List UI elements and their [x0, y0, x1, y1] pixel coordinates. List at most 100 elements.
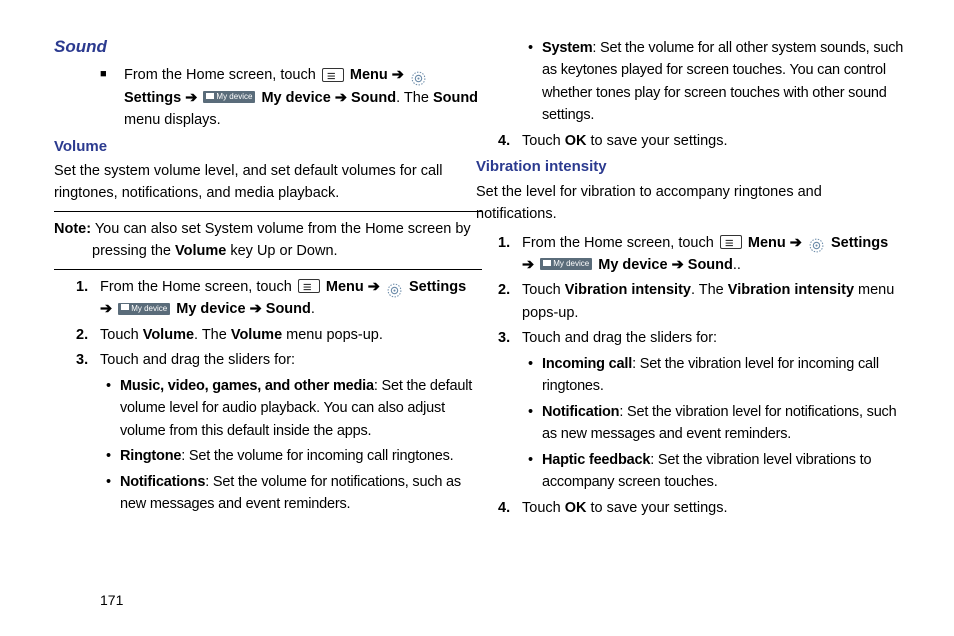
- mydevice-icon: My device: [203, 91, 255, 103]
- menu-icon: [298, 279, 320, 293]
- vib-step-1: 1. From the Home screen, touch Menu ➔ Se…: [522, 232, 904, 277]
- text: Touch: [522, 133, 565, 149]
- settings-label: Settings: [409, 279, 466, 295]
- bullet-notification: • Notification: Set the vibration level …: [528, 401, 904, 446]
- bullet-notifications: • Notifications: Set the volume for noti…: [106, 471, 482, 516]
- bullet-title: Ringtone: [120, 448, 181, 464]
- bullet-mark: •: [106, 445, 120, 467]
- note-block: Note: You can also set System volume fro…: [54, 211, 482, 270]
- mydevice-icon: My device: [540, 258, 592, 270]
- bullet-mark: •: [528, 401, 542, 446]
- arrow-icon: ➔: [185, 90, 197, 106]
- page-number: 171: [100, 590, 123, 612]
- step-3: 3. Touch and drag the sliders for:: [100, 349, 482, 371]
- bullet-text: : Set the volume for all other system so…: [542, 40, 903, 123]
- bullet-title: Music, video, games, and other media: [120, 378, 374, 394]
- bullet-mark: •: [528, 37, 542, 127]
- vib-step-3: 3. Touch and drag the sliders for:: [522, 327, 904, 349]
- menu-label: Menu: [326, 279, 364, 295]
- text: . The: [691, 282, 728, 298]
- bullet-text: : Set the volume for incoming call ringt…: [181, 448, 453, 464]
- volume-key-label: Volume: [175, 243, 226, 259]
- text: menu displays.: [124, 112, 221, 128]
- vib-step-2: 2. Touch Vibration intensity. The Vibrat…: [522, 279, 904, 324]
- text: Touch: [522, 500, 565, 516]
- vibration-description: Set the level for vibration to accompany…: [476, 181, 904, 226]
- menu-icon: [322, 68, 344, 82]
- text: Touch and drag the sliders for:: [100, 349, 482, 371]
- step-number: 4.: [498, 497, 522, 519]
- ok-label: OK: [565, 133, 587, 149]
- volume-label: Volume: [143, 327, 194, 343]
- volume-label: Volume: [231, 327, 282, 343]
- mydevice-label: My device: [261, 90, 330, 106]
- sound-label-2: Sound: [433, 90, 478, 106]
- settings-icon: [808, 237, 825, 254]
- settings-icon: [386, 282, 403, 299]
- left-column: Sound ■ From the Home screen, touch Menu…: [100, 34, 482, 522]
- step-number: 1.: [76, 276, 100, 321]
- mydevice-label: My device: [176, 301, 245, 317]
- menu-icon: [720, 235, 742, 249]
- bullet-mark: •: [106, 471, 120, 516]
- bullet-ringtone: • Ringtone: Set the volume for incoming …: [106, 445, 482, 467]
- arrow-icon: ➔: [368, 279, 380, 295]
- vibration-label: Vibration intensity: [565, 282, 691, 298]
- sound-label: Sound: [351, 90, 396, 106]
- step-number: 4.: [498, 130, 522, 152]
- bullet-haptic: • Haptic feedback: Set the vibration lev…: [528, 449, 904, 494]
- arrow-icon: ➔: [250, 301, 262, 317]
- bullet-mark: •: [528, 353, 542, 398]
- bullet-title: Haptic feedback: [542, 452, 650, 468]
- heading-vibration: Vibration intensity: [476, 155, 904, 178]
- text: From the Home screen, touch: [100, 279, 296, 295]
- mydevice-icon: My device: [118, 303, 170, 315]
- settings-label: Settings: [124, 90, 181, 106]
- right-column: • System: Set the volume for all other s…: [522, 34, 904, 522]
- settings-icon: [410, 70, 427, 87]
- vibration-label: Vibration intensity: [728, 282, 854, 298]
- step-number: 2.: [498, 279, 522, 324]
- arrow-icon: ➔: [392, 67, 404, 83]
- text: . The: [194, 327, 231, 343]
- text: . The: [396, 90, 433, 106]
- sound-label: Sound: [688, 257, 733, 273]
- note-text: key Up or Down.: [226, 243, 337, 259]
- sound-label: Sound: [266, 301, 311, 317]
- text: to save your settings.: [586, 500, 727, 516]
- volume-description: Set the system volume level, and set def…: [54, 160, 482, 205]
- note-label: Note:: [54, 221, 91, 237]
- step-number: 3.: [498, 327, 522, 349]
- text: to save your settings.: [586, 133, 727, 149]
- bullet-incoming-call: • Incoming call: Set the vibration level…: [528, 353, 904, 398]
- bullet-system: • System: Set the volume for all other s…: [528, 37, 904, 127]
- bullet-title: Notification: [542, 404, 619, 420]
- bullet-mark: •: [528, 449, 542, 494]
- text: Touch: [100, 327, 143, 343]
- bullet-title: Notifications: [120, 474, 205, 490]
- bullet-title: System: [542, 40, 592, 56]
- bullet-title: Incoming call: [542, 356, 632, 372]
- mydevice-label: My device: [598, 257, 667, 273]
- heading-sound: Sound: [54, 34, 482, 60]
- text: .: [311, 301, 315, 317]
- arrow-icon: ➔: [672, 257, 684, 273]
- text: From the Home screen, touch: [124, 67, 320, 83]
- bullet-media: • Music, video, games, and other media: …: [106, 375, 482, 442]
- bullet-mark: •: [106, 375, 120, 442]
- menu-label: Menu: [748, 235, 786, 251]
- arrow-icon: ➔: [335, 90, 347, 106]
- intro-body: From the Home screen, touch Menu ➔ Setti…: [124, 64, 482, 131]
- heading-volume: Volume: [54, 135, 482, 158]
- text: ..: [733, 257, 741, 273]
- step-number: 1.: [498, 232, 522, 277]
- arrow-icon: ➔: [100, 301, 112, 317]
- arrow-icon: ➔: [790, 235, 802, 251]
- step-number: 3.: [76, 349, 100, 371]
- menu-label: Menu: [350, 67, 388, 83]
- arrow-icon: ➔: [522, 257, 534, 273]
- text: From the Home screen, touch: [522, 235, 718, 251]
- ok-label: OK: [565, 500, 587, 516]
- step-number: 2.: [76, 324, 100, 346]
- text: Touch and drag the sliders for:: [522, 327, 904, 349]
